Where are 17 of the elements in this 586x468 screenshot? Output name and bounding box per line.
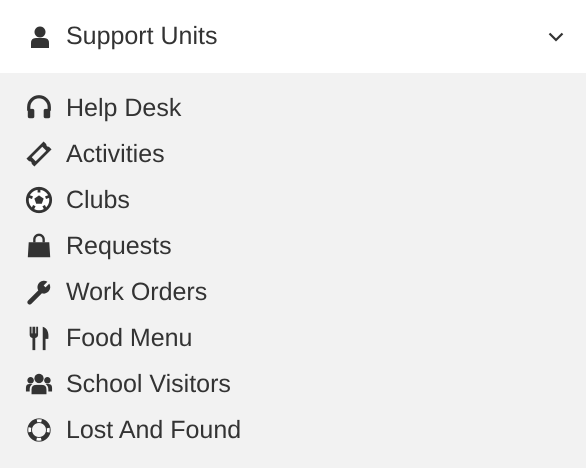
menu-item[interactable]: Food Menu [66, 324, 192, 352]
menu-item[interactable]: Lost And Found [66, 416, 242, 444]
ticket-icon [25, 140, 53, 168]
menu-item[interactable]: Activities [66, 140, 165, 168]
user-icon [30, 26, 50, 48]
menu-item[interactable]: School Visitors [66, 370, 231, 398]
soccer-ball-icon [25, 186, 53, 214]
shopping-bag-icon [25, 232, 53, 260]
wrench-icon [25, 278, 53, 306]
menu-item[interactable]: Clubs [66, 186, 130, 214]
menu-item[interactable]: Work Orders [66, 278, 208, 306]
chevron-icon[interactable] [548, 32, 564, 42]
menu-title: Support Units [66, 22, 218, 51]
life-ring-icon [25, 416, 53, 444]
menu-header[interactable]: Support Units [0, 0, 586, 73]
menu-item[interactable]: Help Desk [66, 94, 182, 122]
menu-item[interactable]: Requests [66, 232, 172, 260]
